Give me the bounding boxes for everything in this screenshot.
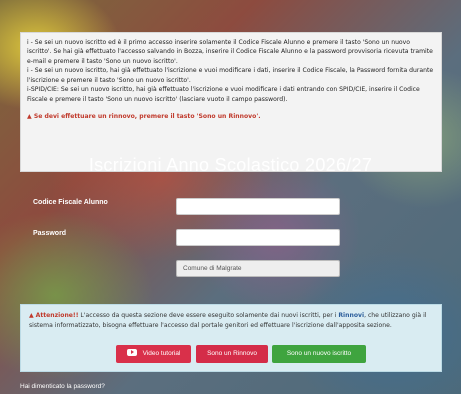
video-tutorial-button[interactable]: Video tutorial [116,345,191,363]
video-tutorial-label: Video tutorial [142,350,181,357]
forgot-password-link[interactable]: Hai dimenticato la password? [20,383,105,390]
instruction-spid-cie: i-SPID/CIE: Se sei un nuovo iscritto, ha… [27,86,420,103]
password-label: Password [33,230,67,237]
renewal-warning: ▲ Se devi effettuare un rinnovo, premere… [27,112,435,121]
page-title: Iscrizioni Anno Scolastico 2026/27 [88,155,373,175]
instruction-modify-data: i - Se sei un nuovo iscritto, hai già ef… [27,67,434,84]
instruction-first-access: i - Se sei un nuovo iscritto ed è il pri… [27,39,433,65]
warning-triangle-icon: ▲ [27,113,32,121]
notice-text-1: L'accesso da questa sezione deve essere … [78,312,339,319]
instructions-panel: i - Se sei un nuovo iscritto ed è il pri… [20,32,442,172]
warning-triangle-icon: ▲ [29,312,34,319]
password-input[interactable] [176,229,340,246]
sono-un-nuovo-iscritto-button[interactable]: Sono un nuovo iscritto [272,345,366,363]
youtube-play-icon [126,348,137,356]
rinnovi-label: Rinnovi [338,312,365,319]
comune-select[interactable]: Comune di Malgrate [176,260,340,277]
sono-un-rinnovo-button[interactable]: Sono un Rinnovo [196,345,268,363]
codice-fiscale-label: Codice Fiscale Alunno [33,199,108,206]
renewal-warning-text: Se devi effettuare un rinnovo, premere i… [33,113,261,121]
codice-fiscale-input[interactable] [176,198,340,215]
attention-label: Attenzione!! [35,312,79,319]
